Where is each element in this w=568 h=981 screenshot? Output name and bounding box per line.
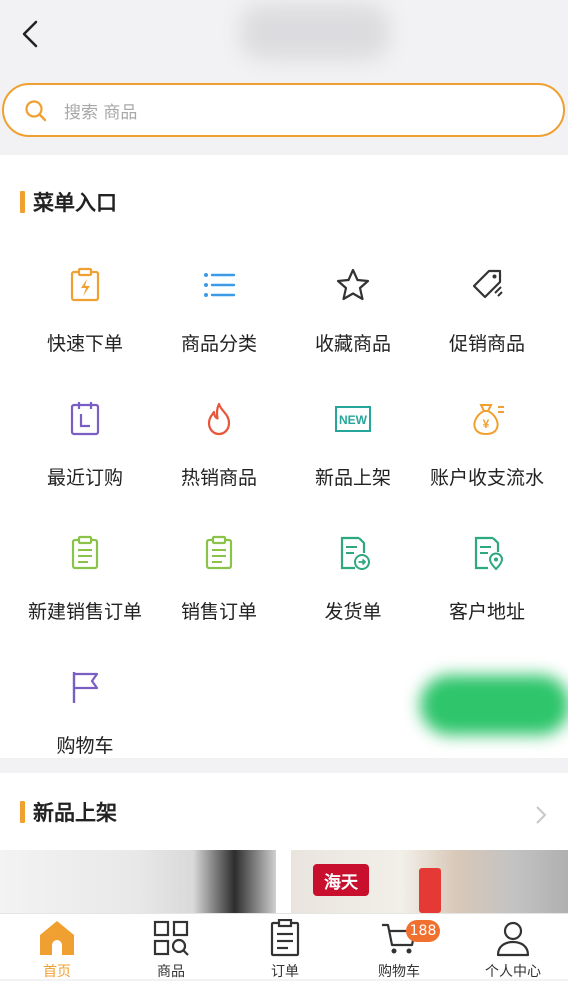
menu-item-label: 新品上架 [314,467,391,489]
menu-item-cart[interactable]: 购物车 [14,669,156,789]
menu-item-shipping[interactable]: 发货单 [282,535,424,655]
new-products-card: 新品上架 海天 [0,773,568,913]
menu-section-title: 菜单入口 [20,187,117,217]
menu-item-label: 发货单 [324,601,382,623]
blurred-title [240,4,390,60]
menu-item-customer-address[interactable]: 客户地址 [416,535,558,655]
brand-logo: 海天 [313,864,369,896]
menu-item-label: 最近订购 [46,467,123,489]
recent-calendar-icon [70,402,100,436]
menu-item-recent[interactable]: 最近订购 [14,401,156,521]
tab-label: 购物车 [378,964,420,980]
shipping-doc-icon [340,536,370,570]
menu-item-label: 热销商品 [180,467,257,489]
menu-item-label: 商品分类 [180,333,257,355]
star-icon [336,268,370,301]
menu-item-favorites[interactable]: 收藏商品 [282,267,424,387]
tab-label: 订单 [271,964,299,980]
home-icon [40,921,74,955]
back-arrow-icon[interactable] [18,18,46,50]
menu-item-label: 客户地址 [448,601,525,623]
menu-item-label: 购物车 [56,735,114,757]
menu-item-promotion[interactable]: 促销商品 [416,267,558,387]
grid-search-icon [153,920,189,956]
menu-item-new[interactable]: NEW 新品上架 [282,401,424,521]
flag-icon [72,672,99,703]
tab-profile[interactable]: 个人中心 [456,914,568,980]
menu-item-label: 快速下单 [46,333,123,355]
money-bag-icon: ¥ [473,404,504,436]
menu-item-label: 促销商品 [448,333,525,355]
list-icon [204,273,236,297]
menu-item-label: 账户收支流水 [429,467,544,489]
tab-home[interactable]: 首页 [0,914,114,980]
tab-label: 首页 [43,964,71,980]
clipboard-icon [205,535,233,570]
address-doc-icon [474,536,504,571]
tab-label: 商品 [157,964,185,980]
tab-label: 个人中心 [485,964,541,980]
fire-icon [207,402,231,436]
tab-products[interactable]: 商品 [114,914,228,980]
menu-item-account-flow[interactable]: ¥ 账户收支流水 [416,401,558,521]
menu-item-hot[interactable]: 热销商品 [148,401,290,521]
quick-order-icon [70,267,100,302]
search-bar[interactable]: 搜索 商品 [2,83,565,137]
menu-item-label: 收藏商品 [314,333,391,355]
product-image-2[interactable]: 海天 [291,850,568,913]
menu-item-new-sales-order[interactable]: 新建销售订单 [14,535,156,655]
svg-text:¥: ¥ [483,417,490,431]
user-icon [496,921,530,957]
product-bottle [419,868,441,913]
bottom-tab-bar: 首页 商品 订单 188 购物车 个人中心 [0,913,568,980]
menu-card: 菜单入口 快速下单 商品分类 收藏商品 促销商品 最近订购 热销商品 NEW 新… [0,155,568,758]
menu-item-quick-order[interactable]: 快速下单 [14,267,156,387]
tab-orders[interactable]: 订单 [228,914,342,980]
tag-icon [472,269,503,299]
clipboard-icon [71,535,99,570]
menu-item-category[interactable]: 商品分类 [148,267,290,387]
product-image-1[interactable] [0,850,276,913]
search-icon [25,100,47,122]
svg-text:NEW: NEW [339,413,368,427]
cart-count-badge: 188 [406,920,440,942]
new-badge-icon: NEW [335,406,371,432]
menu-item-label: 销售订单 [180,601,257,623]
floating-blurred-button[interactable] [420,675,568,735]
chevron-right-icon[interactable] [534,805,548,825]
tab-cart[interactable]: 188 购物车 [342,914,456,980]
search-placeholder: 搜索 商品 [64,103,138,123]
new-products-title: 新品上架 [20,797,117,827]
order-list-icon [270,919,300,957]
top-bar [0,0,568,70]
menu-item-sales-order[interactable]: 销售订单 [148,535,290,655]
menu-item-label: 新建销售订单 [27,601,142,623]
